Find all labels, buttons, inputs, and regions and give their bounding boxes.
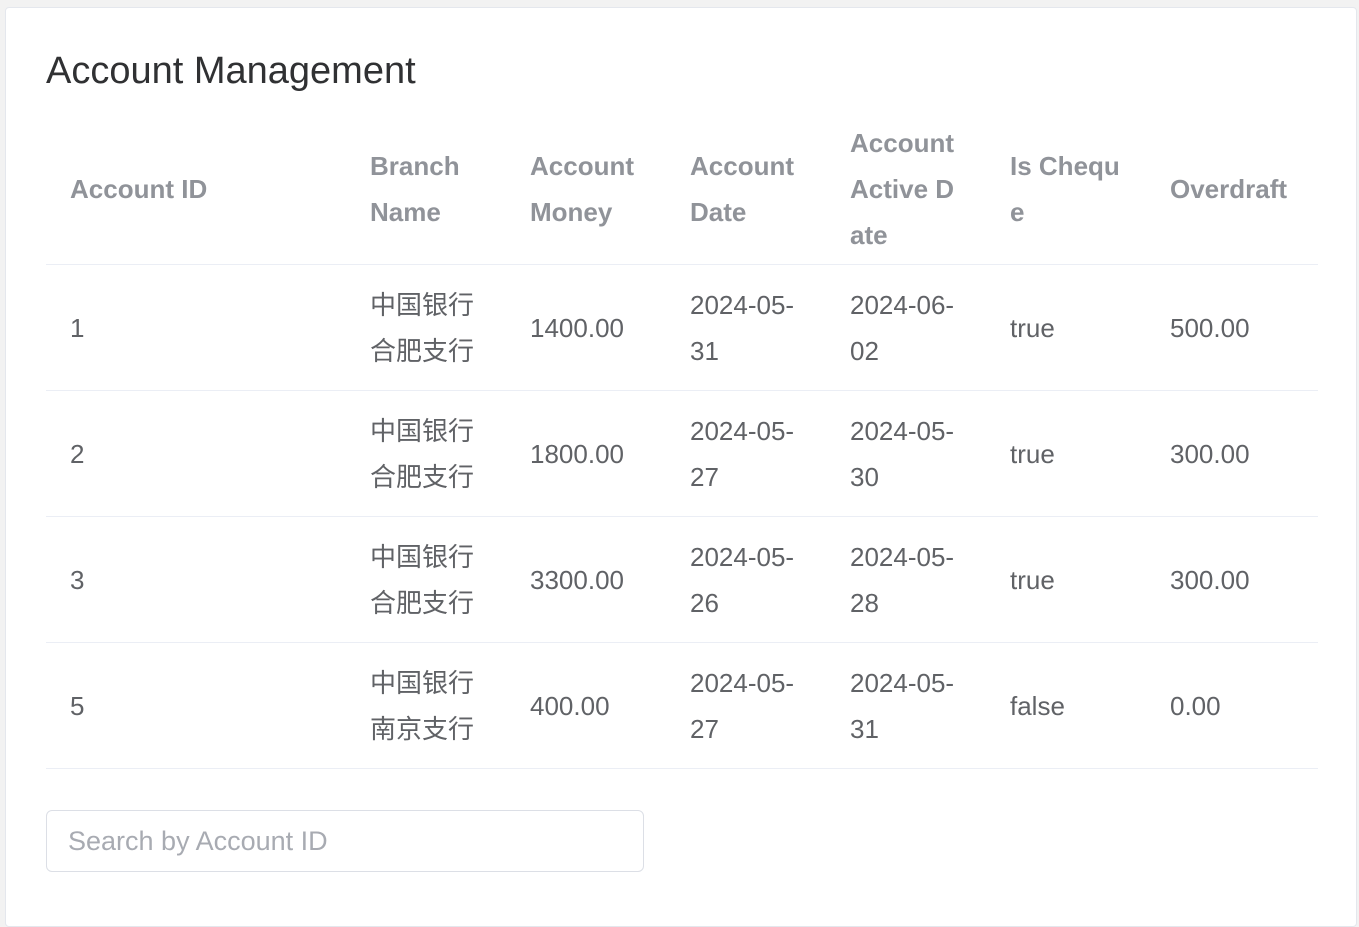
cell-branch-name: 中国银行合肥支行 [346, 516, 506, 643]
cell-account-date: 2024-05-26 [666, 516, 826, 643]
cell-account-active-date: 2024-05-31 [826, 642, 986, 769]
column-header-branch-name: Branch Name [346, 114, 506, 265]
column-header-account-money: Account Money [506, 114, 666, 265]
cell-account-date: 2024-05-27 [666, 390, 826, 517]
cell-is-cheque: true [986, 516, 1146, 643]
cell-account-active-date: 2024-05-28 [826, 516, 986, 643]
cell-account-money: 1400.00 [506, 264, 666, 391]
cell-is-cheque: true [986, 264, 1146, 391]
cell-account-money: 400.00 [506, 642, 666, 769]
cell-overdraft: 300.00 [1146, 516, 1318, 643]
column-header-account-active-date: Account Active Date [826, 114, 986, 265]
cell-account-money: 3300.00 [506, 516, 666, 643]
cell-account-active-date: 2024-06-02 [826, 264, 986, 391]
cell-is-cheque: false [986, 642, 1146, 769]
column-header-account-date: Account Date [666, 114, 826, 265]
table-row: 5 中国银行南京支行 400.00 2024-05-27 2024-05-31 … [46, 642, 1318, 769]
cell-account-id: 3 [46, 516, 346, 643]
cell-account-date: 2024-05-31 [666, 264, 826, 391]
account-management-card: Account Management Account ID Branch Nam… [5, 7, 1357, 927]
cell-overdraft: 0.00 [1146, 642, 1318, 769]
cell-account-money: 1800.00 [506, 390, 666, 517]
table-row: 2 中国银行合肥支行 1800.00 2024-05-27 2024-05-30… [46, 390, 1318, 517]
cell-is-cheque: true [986, 390, 1146, 517]
column-header-overdraft: Overdraft [1146, 114, 1318, 265]
cell-branch-name: 中国银行合肥支行 [346, 264, 506, 391]
cell-account-date: 2024-05-27 [666, 642, 826, 769]
cell-branch-name: 中国银行南京支行 [346, 642, 506, 769]
cell-account-active-date: 2024-05-30 [826, 390, 986, 517]
cell-account-id: 5 [46, 642, 346, 769]
search-account-id-input[interactable] [46, 810, 644, 872]
cell-overdraft: 300.00 [1146, 390, 1318, 517]
cell-account-id: 2 [46, 390, 346, 517]
accounts-table: Account ID Branch Name Account Money Acc… [46, 114, 1318, 769]
page-title: Account Management [46, 50, 416, 92]
column-header-is-cheque: Is Cheque [986, 114, 1146, 265]
table-row: 3 中国银行合肥支行 3300.00 2024-05-26 2024-05-28… [46, 516, 1318, 643]
table-header-row: Account ID Branch Name Account Money Acc… [46, 114, 1318, 265]
cell-account-id: 1 [46, 264, 346, 391]
cell-overdraft: 500.00 [1146, 264, 1318, 391]
cell-branch-name: 中国银行合肥支行 [346, 390, 506, 517]
column-header-account-id: Account ID [46, 114, 346, 265]
table-row: 1 中国银行合肥支行 1400.00 2024-05-31 2024-06-02… [46, 264, 1318, 391]
